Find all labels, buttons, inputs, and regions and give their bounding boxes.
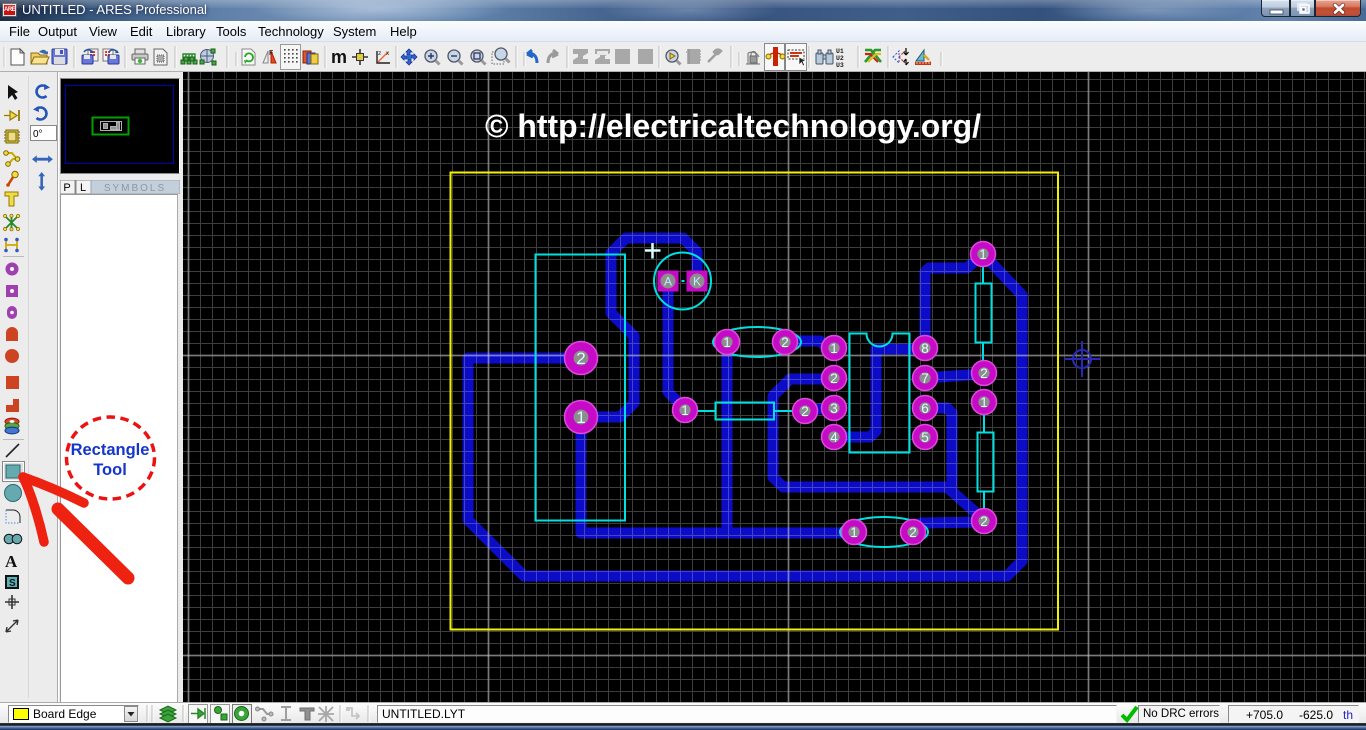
svg-text:1: 1: [723, 335, 731, 350]
svg-text:4: 4: [830, 430, 838, 445]
svg-text:0°: 0°: [33, 129, 43, 140]
svg-text:x: x: [386, 50, 390, 57]
svg-text:z: z: [378, 50, 381, 57]
svg-text:SYMBOLS: SYMBOLS: [104, 183, 166, 194]
svg-text:P: P: [63, 182, 70, 194]
svg-text:© http://electricaltechnology.: © http://electricaltechnology.org/: [485, 108, 981, 144]
svg-text:Tool: Tool: [93, 461, 127, 479]
svg-text:1: 1: [576, 408, 585, 427]
svg-text:1: 1: [681, 403, 689, 418]
svg-text:F: F: [269, 50, 273, 57]
svg-text:3: 3: [830, 401, 838, 416]
svg-text:1: 1: [980, 395, 988, 410]
svg-text:L: L: [80, 182, 86, 194]
svg-text:7: 7: [921, 371, 929, 386]
svg-text:2: 2: [801, 404, 809, 419]
svg-text:2: 2: [576, 349, 585, 368]
svg-text:U3: U3: [836, 62, 844, 69]
svg-text:2: 2: [909, 525, 917, 540]
svg-text:5: 5: [921, 430, 929, 445]
svg-text:1: 1: [979, 247, 987, 262]
svg-text:Rectangle: Rectangle: [71, 441, 150, 459]
svg-text:8: 8: [921, 341, 929, 356]
svg-text:2: 2: [781, 335, 789, 350]
svg-text:K: K: [693, 275, 701, 289]
svg-text:2: 2: [980, 366, 988, 381]
svg-text:6: 6: [921, 401, 929, 416]
svg-text:1: 1: [830, 341, 838, 356]
svg-text:A: A: [664, 275, 672, 289]
svg-text:U1: U1: [836, 48, 844, 55]
svg-text:U2: U2: [836, 55, 844, 62]
svg-text:2: 2: [830, 371, 838, 386]
svg-text:2: 2: [980, 514, 988, 529]
svg-text:1: 1: [850, 525, 858, 540]
svg-text:m: m: [331, 47, 347, 67]
